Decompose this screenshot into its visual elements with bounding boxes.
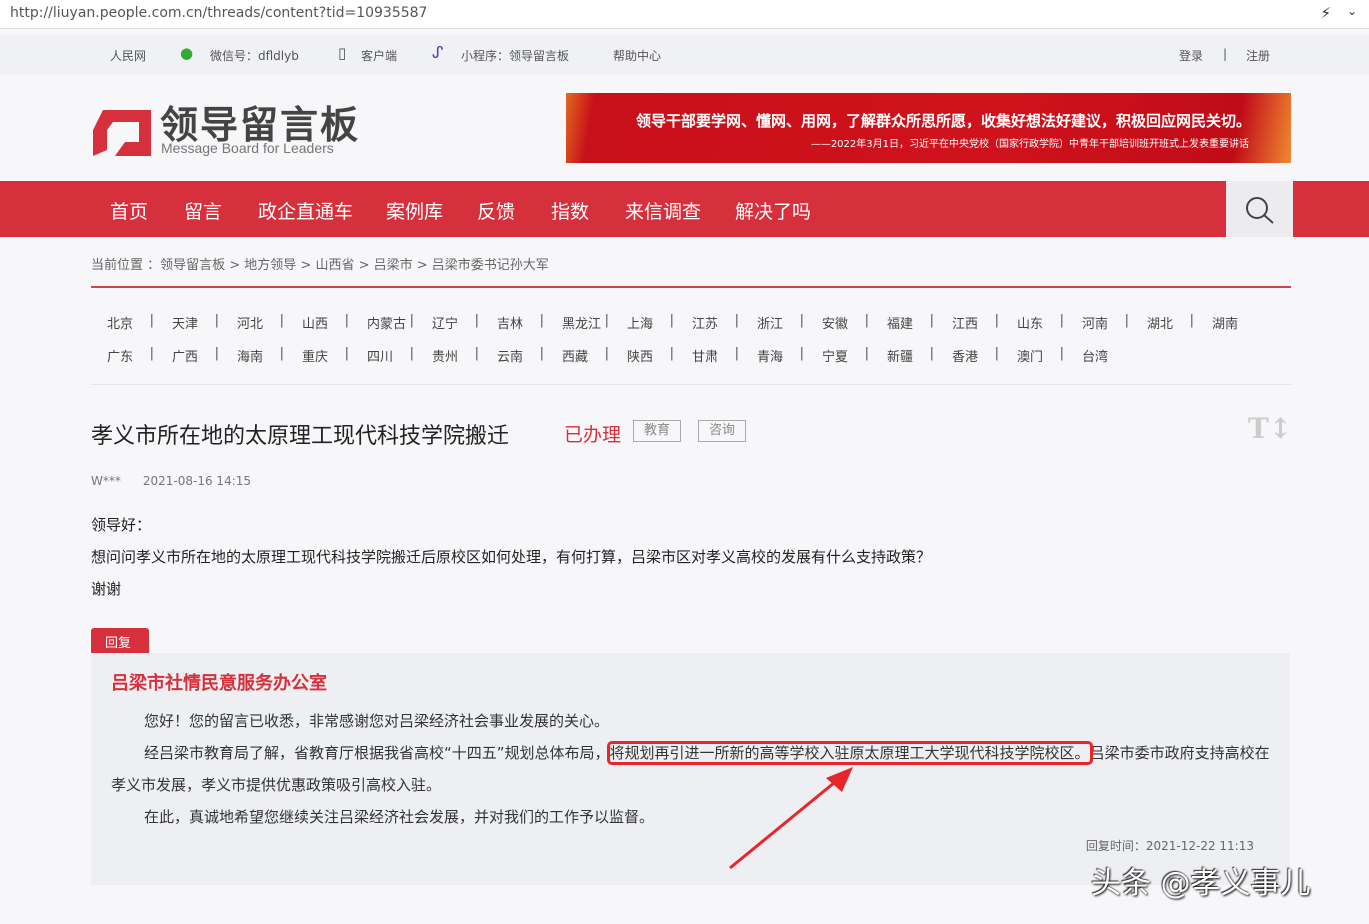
annotation-arrow-icon xyxy=(729,767,853,870)
watermark: 头条 @孝义事儿 xyxy=(1091,866,1311,901)
